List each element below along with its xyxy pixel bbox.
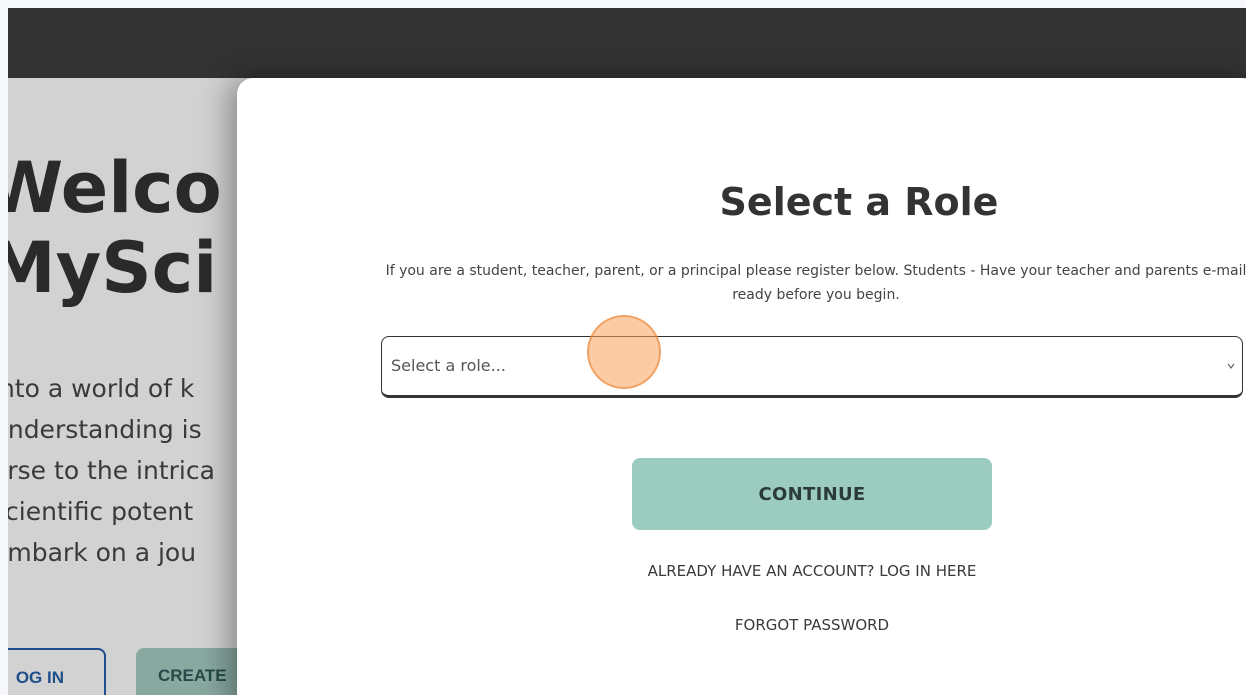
modal-description: If you are a student, teacher, parent, o… (385, 263, 1246, 303)
background-headline: Welco MySci (8, 148, 222, 308)
forgot-password-link[interactable]: FORGOT PASSWORD (237, 616, 1246, 634)
role-select-dropdown[interactable]: Select a role... (381, 336, 1243, 398)
modal-title-container: Select a Role (609, 180, 1109, 224)
background-intro-text: into a world of k understanding is erse … (8, 368, 215, 573)
viewport: Welco MySci into a world of k understand… (8, 8, 1246, 695)
background-intro-line: understanding is (8, 415, 202, 444)
top-navigation-bar (8, 8, 1246, 78)
chevron-down-icon (1227, 363, 1235, 369)
background-intro-line: scientific potent (8, 497, 194, 526)
background-intro-line: into a world of k (8, 374, 195, 403)
background-login-button: OG IN (8, 648, 106, 695)
background-headline-line-1: Welco (8, 147, 222, 229)
role-select-placeholder: Select a role... (391, 356, 506, 375)
modal-title: Select a Role (719, 180, 999, 224)
continue-button[interactable]: CONTINUE (632, 458, 992, 530)
background-intro-line: embark on a jou (8, 538, 197, 567)
login-link[interactable]: ALREADY HAVE AN ACCOUNT? LOG IN HERE (237, 562, 1246, 580)
background-headline-line-2: MySci (8, 227, 218, 309)
select-role-modal: Select a Role If you are a student, teac… (237, 78, 1246, 695)
background-intro-line: erse to the intrica (8, 456, 215, 485)
